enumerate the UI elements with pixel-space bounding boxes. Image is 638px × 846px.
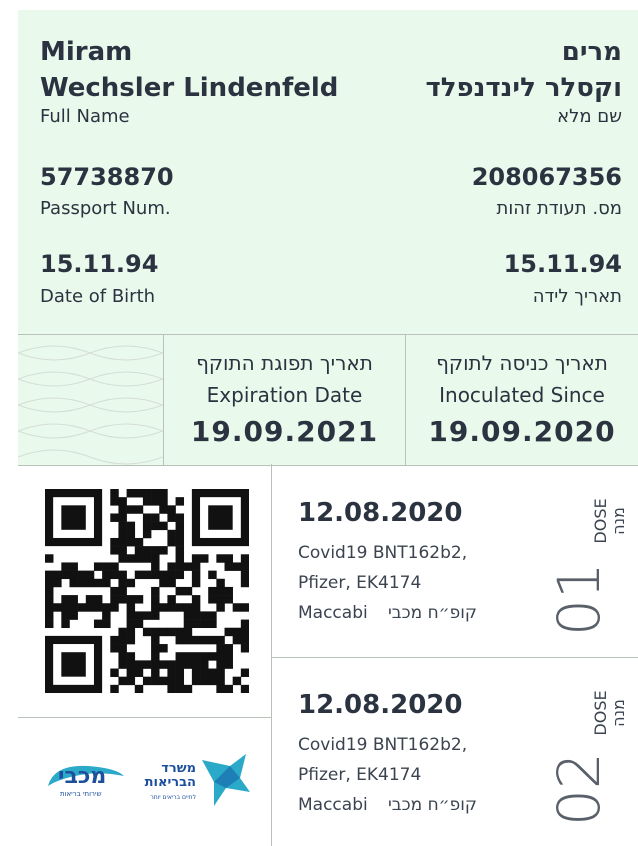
ministry-of-health-logo: משרד הבריאות לחיים בריאים יותר <box>140 752 252 812</box>
validity-row: תאריך תפוגת התוקף Expiration Date 19.09.… <box>18 334 638 466</box>
dose-date: 12.08.2020 <box>298 498 463 528</box>
dose-provider-he: קופ״ח מכבי <box>388 603 477 623</box>
dob-en: 15.11.94 <box>40 250 159 278</box>
dose-date: 12.08.2020 <box>298 690 463 720</box>
id-number: 208067356 <box>471 163 622 191</box>
inoculated-date: 19.09.2020 <box>428 415 616 448</box>
inoculated-label-en: Inoculated Since <box>439 383 605 407</box>
identity-panel: Miram Wechsler Lindenfeld Full Name מרים… <box>18 10 638 334</box>
divider <box>18 717 271 718</box>
moh-line2: הבריאות <box>144 775 196 790</box>
dose-label-en: DOSE <box>591 690 610 736</box>
passport-number: 57738870 <box>40 163 174 191</box>
qr-code <box>45 489 250 694</box>
dose-provider-he: קופ״ח מכבי <box>388 795 477 815</box>
guilloche-pattern <box>18 345 163 465</box>
dose-number: 01 <box>545 562 613 636</box>
full-name-he-label: שם מלא <box>557 106 622 127</box>
full-name-en-first: Miram <box>40 37 133 67</box>
moh-star-icon <box>202 754 250 806</box>
full-name-he-first: מרים <box>561 37 622 67</box>
moh-line1: משרד <box>161 761 196 776</box>
maccabi-subtitle: שירותי בריאות <box>60 790 102 798</box>
dose-label-en: DOSE <box>591 498 610 544</box>
dose-maker: Pfizer, EK4174 <box>298 573 422 593</box>
expiration-date: 19.09.2021 <box>190 415 379 448</box>
dose-label-he: מנה <box>609 699 628 727</box>
maccabi-text: מכבי <box>58 764 107 789</box>
full-name-en-last: Wechsler Lindenfeld <box>40 73 339 103</box>
dose-label-he: מנה <box>609 507 628 535</box>
dose-number: 02 <box>545 752 613 826</box>
dose-vaccine: Covid19 BNT162b2, <box>298 543 468 563</box>
expiration-label-en: Expiration Date <box>206 383 363 407</box>
id-label: מס. תעודת זהות <box>496 198 622 219</box>
dose-vaccine: Covid19 BNT162b2, <box>298 735 468 755</box>
passport-label: Passport Num. <box>40 198 171 219</box>
dose-provider-en: Maccabi <box>298 795 368 815</box>
dose-card-2: 12.08.2020 Covid19 BNT162b2, Pfizer, EK4… <box>272 658 638 846</box>
moh-subtitle: לחיים בריאים יותר <box>150 794 196 801</box>
dob-he: 15.11.94 <box>503 250 622 278</box>
full-name-en-label: Full Name <box>40 106 130 127</box>
inoculated-label-he: תאריך כניסה לתוקף <box>436 351 608 375</box>
dob-he-label: תאריך לידה <box>532 286 622 307</box>
expiration-label-he: תאריך תפוגת התוקף <box>196 351 373 375</box>
dose-maker: Pfizer, EK4174 <box>298 765 422 785</box>
dose-provider-en: Maccabi <box>298 603 368 623</box>
maccabi-logo: מכבי שירותי בריאות <box>44 752 130 802</box>
dob-en-label: Date of Birth <box>40 286 156 307</box>
dose-card-1: 12.08.2020 Covid19 BNT162b2, Pfizer, EK4… <box>272 464 638 657</box>
full-name-he-last: וקסלר לינדנפלד <box>425 73 622 103</box>
